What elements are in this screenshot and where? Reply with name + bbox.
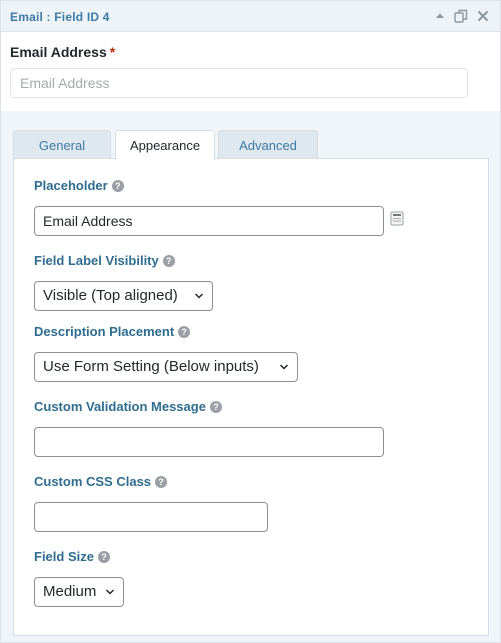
validation-message-input[interactable] [34,427,384,457]
css-class-label-text: Custom CSS Class [34,474,152,489]
description-placement-setting-label: Description Placement? [34,324,191,339]
help-icon[interactable]: ? [97,551,110,563]
preview-label-text: Email Address [10,44,107,60]
validation-message-label-text: Custom Validation Message [34,399,206,414]
description-placement-label-text: Description Placement [34,324,175,339]
field-header: Email : Field ID 4 [1,1,500,32]
tab-appearance[interactable]: Appearance [115,130,215,160]
placeholder-input[interactable] [34,206,384,236]
field-size-label-text: Field Size [34,549,94,564]
field-settings-area: General Appearance Advanced Placeholder?… [1,111,500,642]
help-icon[interactable]: ? [209,401,222,413]
help-icon[interactable]: ? [111,180,124,192]
validation-message-setting-label: Custom Validation Message? [34,399,222,414]
placeholder-setting-label: Placeholder? [34,178,124,193]
help-icon[interactable]: ? [178,326,191,338]
tab-advanced[interactable]: Advanced [218,130,318,159]
field-settings-panel: Email : Field ID 4 Email Address* Genera… [0,0,501,643]
label-visibility-select[interactable]: Visible (Top aligned) [34,281,213,311]
help-icon[interactable]: ? [155,476,168,488]
description-placement-select[interactable]: Use Form Setting (Below inputs) [34,352,298,382]
preview-field-label: Email Address * [10,44,115,60]
field-size-select[interactable]: Medium [34,577,124,607]
appearance-tab-content: Placeholder? Field Label Visibility? Vis… [13,158,489,636]
delete-icon[interactable] [475,8,491,24]
field-preview: Email Address * [1,33,500,111]
chevron-down-icon [194,291,204,301]
placeholder-label-text: Placeholder [34,178,108,193]
field-header-title: Email : Field ID 4 [10,10,110,24]
chevron-down-icon [279,362,289,372]
field-size-setting-label: Field Size? [34,549,110,564]
label-visibility-label-text: Field Label Visibility [34,253,159,268]
collapse-arrow-icon[interactable] [432,8,448,24]
description-placement-value: Use Form Setting (Below inputs) [43,358,259,375]
preview-email-input[interactable] [10,68,468,98]
required-marker: * [109,44,116,60]
tab-general[interactable]: General [13,130,111,159]
merge-tag-icon[interactable] [390,211,404,226]
label-visibility-value: Visible (Top aligned) [43,287,178,304]
css-class-setting-label: Custom CSS Class? [34,474,168,489]
duplicate-icon[interactable] [453,8,469,24]
help-icon[interactable]: ? [162,255,175,267]
label-visibility-setting-label: Field Label Visibility? [34,253,175,268]
chevron-down-icon [105,587,115,597]
css-class-input[interactable] [34,502,268,532]
field-size-value: Medium [43,583,97,600]
